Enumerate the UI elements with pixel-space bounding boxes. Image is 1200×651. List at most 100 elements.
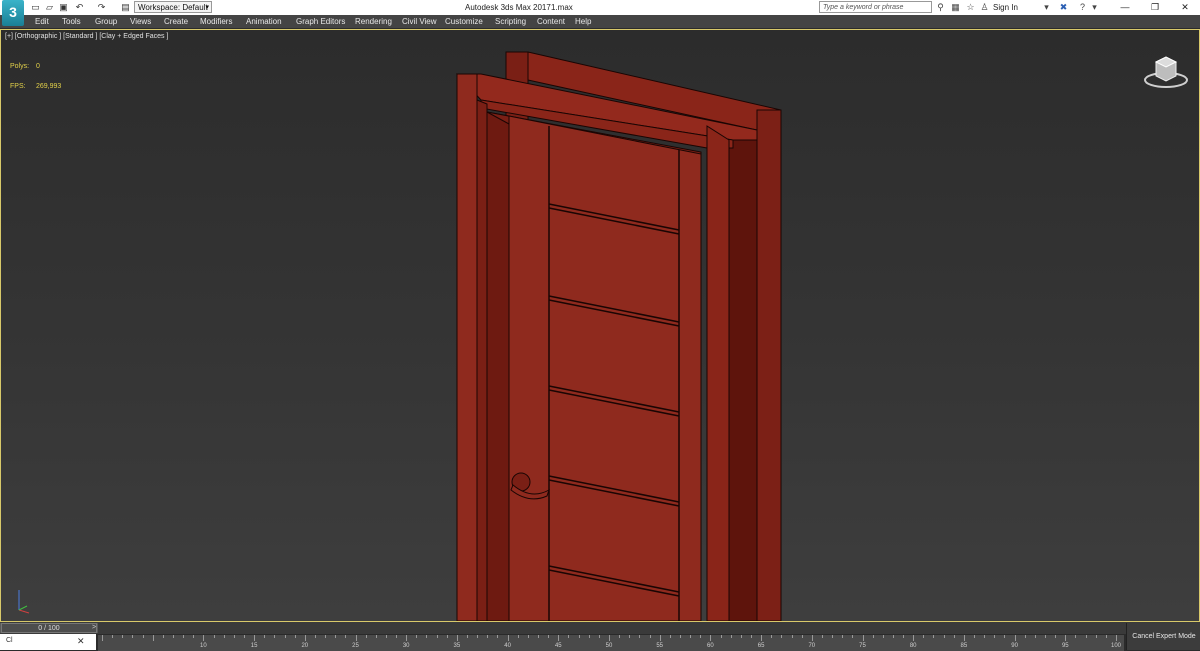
ruler-tick: [355, 635, 357, 641]
restore-icon[interactable]: ❐: [1140, 0, 1170, 15]
ruler-tick: [365, 635, 367, 638]
ruler-tick: [872, 635, 874, 638]
ruler-tick: [548, 635, 550, 638]
subscription-icon[interactable]: ▦: [950, 2, 961, 13]
undo-icon[interactable]: ↶: [74, 2, 85, 13]
perspective-viewport[interactable]: [+] [Orthographic ] [Standard ] [Clay + …: [0, 29, 1200, 622]
close-icon[interactable]: ✕: [77, 636, 85, 647]
menu-rendering[interactable]: Rendering: [355, 15, 392, 28]
file-name: 1.max: [551, 3, 573, 12]
ruler-label: 55: [656, 643, 664, 649]
ruler-label: 60: [707, 643, 714, 649]
ruler-tick: [436, 635, 438, 638]
menu-animation[interactable]: Animation: [246, 15, 282, 28]
ruler-tick: [811, 635, 813, 641]
ruler-tick: [122, 635, 124, 638]
ruler-tick: [750, 635, 752, 638]
ruler-tick: [994, 635, 996, 638]
track-bar[interactable]: 10 15 20 25 30 35 40 45 50 55 60 65 70 75 80 85 90 95 100: [98, 634, 1124, 651]
ruler-tick: [467, 635, 469, 638]
redo-icon[interactable]: ↷: [96, 2, 107, 13]
menu-bar: Edit Tools Group Views Create Modifiers …: [0, 15, 1200, 28]
ruler-tick: [1095, 635, 1097, 638]
ruler-tick: [233, 635, 235, 638]
polys-label: Polys:: [10, 63, 30, 70]
workspace-dropdown[interactable]: Workspace: Default ▾: [134, 1, 212, 13]
ruler-tick: [842, 635, 844, 638]
ruler-tick: [1004, 635, 1006, 638]
menu-graph-editors[interactable]: Graph Editors: [296, 15, 345, 28]
menu-modifiers[interactable]: Modifiers: [200, 15, 232, 28]
ruler-tick: [193, 635, 195, 638]
menu-scripting[interactable]: Scripting: [495, 15, 526, 28]
chevron-down-icon[interactable]: ▾: [1089, 2, 1100, 13]
binoculars-icon[interactable]: ⚲: [935, 2, 946, 13]
ruler-tick: [882, 635, 884, 638]
next-frame-icon[interactable]: >: [90, 623, 98, 633]
menu-civil-view[interactable]: Civil View: [402, 15, 437, 28]
menu-create[interactable]: Create: [164, 15, 188, 28]
ruler-tick: [984, 635, 986, 638]
help-icon[interactable]: ?: [1077, 2, 1088, 13]
project-folder-icon[interactable]: ▤: [120, 2, 131, 13]
ruler-tick: [771, 635, 773, 638]
ruler-label: 90: [1011, 643, 1018, 649]
minimize-icon[interactable]: —: [1110, 0, 1140, 15]
door-model[interactable]: [1, 30, 1199, 621]
exchange-apps-icon[interactable]: ✖: [1058, 2, 1069, 13]
ruler-tick: [700, 635, 702, 638]
ruler-tick: [1055, 635, 1057, 638]
menu-customize[interactable]: Customize: [445, 15, 483, 28]
ruler-tick: [162, 635, 164, 638]
close-icon[interactable]: ✕: [1170, 0, 1200, 15]
ruler-tick: [152, 635, 154, 641]
menu-group[interactable]: Group: [95, 15, 117, 28]
app-title: Autodesk 3ds Max 2017: [465, 3, 551, 12]
menu-content[interactable]: Content: [537, 15, 565, 28]
menu-views[interactable]: Views: [130, 15, 151, 28]
app-logo-icon[interactable]: 3: [2, 0, 24, 26]
ruler-tick: [314, 635, 316, 638]
ruler-tick: [254, 635, 256, 641]
ruler-tick: [730, 635, 732, 638]
ruler-tick: [183, 635, 185, 638]
ruler-tick: [862, 635, 864, 641]
cancel-expert-mode-button[interactable]: Cancel Expert Mode: [1126, 623, 1200, 650]
menu-edit[interactable]: Edit: [35, 15, 49, 28]
ruler-tick: [507, 635, 509, 641]
menu-help[interactable]: Help: [575, 15, 591, 28]
ruler-tick: [456, 635, 458, 641]
time-slider[interactable]: 0 / 100 >: [0, 622, 1200, 634]
ruler-tick: [933, 635, 935, 638]
ruler-label: 75: [859, 643, 866, 649]
taskbar-item[interactable]: Cl ✕: [0, 634, 96, 650]
ruler-tick: [639, 635, 641, 638]
viewcube-icon[interactable]: [1143, 50, 1189, 90]
ruler-tick: [112, 635, 114, 638]
ruler-label: 20: [301, 643, 309, 649]
ruler-label: 50: [605, 643, 613, 649]
sign-in-button[interactable]: Sign In: [993, 0, 1018, 15]
ruler-tick: [588, 635, 590, 638]
ruler-tick: [223, 635, 225, 638]
ruler-tick: [903, 635, 905, 638]
ruler-label: 65: [757, 643, 765, 649]
viewport-label-menu[interactable]: [+] [Orthographic ] [Standard ] [Clay + …: [5, 33, 168, 40]
chevron-down-icon[interactable]: ▾: [1041, 2, 1052, 13]
ruler-label: 30: [402, 643, 410, 649]
favorites-star-icon[interactable]: ☆: [965, 2, 976, 13]
new-file-icon[interactable]: ▭: [30, 2, 41, 13]
ruler-tick: [345, 635, 347, 638]
ruler-tick: [720, 635, 722, 638]
search-input[interactable]: Type a keyword or phrase: [819, 1, 932, 13]
save-icon[interactable]: ▣: [58, 2, 69, 13]
ruler-label: 15: [250, 643, 258, 649]
menu-tools[interactable]: Tools: [62, 15, 81, 28]
ruler-tick: [527, 635, 529, 638]
open-folder-icon[interactable]: ▱: [44, 2, 55, 13]
ruler-label: 100: [1110, 643, 1122, 649]
user-icon[interactable]: ♙: [979, 2, 990, 13]
ruler-tick: [781, 635, 783, 638]
time-slider-thumb[interactable]: 0 / 100: [1, 623, 97, 633]
ruler-tick: [1065, 635, 1067, 641]
